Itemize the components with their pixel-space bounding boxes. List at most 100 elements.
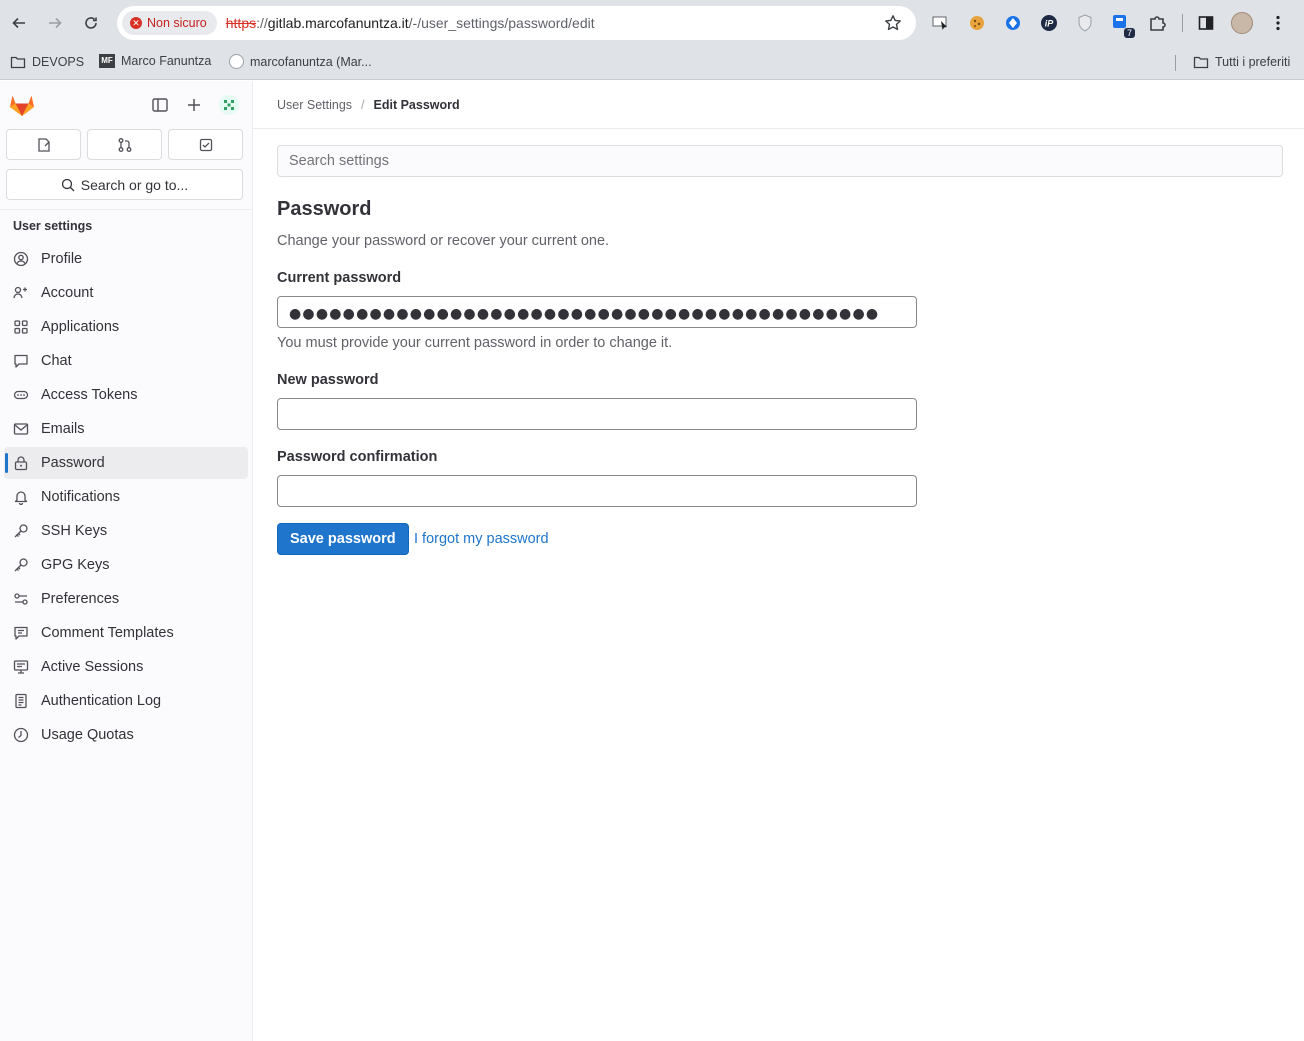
save-password-button[interactable]: Save password	[277, 523, 409, 555]
sidebar-item-label: Emails	[41, 421, 85, 437]
reload-button[interactable]	[77, 9, 105, 37]
issues-tab[interactable]	[6, 129, 81, 160]
log-icon	[15, 693, 27, 709]
issues-icon	[37, 137, 50, 152]
shield-extension-icon[interactable]	[1072, 10, 1098, 36]
sidebar-divider	[0, 209, 252, 210]
sidebar-item-active-sessions[interactable]: Active Sessions	[4, 651, 248, 683]
url-text[interactable]: https://gitlab.marcofanuntza.it/-/user_s…	[226, 15, 595, 31]
page-title: Password	[277, 198, 372, 220]
ip-extension-icon[interactable]: iP	[1036, 10, 1062, 36]
gitlab-logo-icon[interactable]	[9, 93, 35, 117]
sidebar-item-account[interactable]: Account	[4, 277, 248, 309]
sidebar-item-authentication-log[interactable]: Authentication Log	[4, 685, 248, 717]
url-scheme: https	[225, 15, 257, 31]
bookmark-label: marcofanuntza (Mar...	[250, 54, 372, 69]
bookmark-marco-fanuntza[interactable]: MF Marco Fanuntza	[99, 54, 211, 68]
bookmark-devops[interactable]: DEVOPS	[10, 54, 84, 70]
forward-button[interactable]	[41, 9, 69, 37]
sidebar-item-label: Account	[41, 285, 94, 301]
folder-icon	[1193, 56, 1209, 69]
sidebar-section-title: User settings	[13, 219, 93, 233]
sidebar-item-label: Chat	[41, 353, 72, 369]
search-icon	[61, 178, 75, 191]
current-password-label: Current password	[277, 270, 402, 286]
todos-tab[interactable]	[168, 129, 243, 160]
sidebar-item-label: Access Tokens	[41, 387, 138, 403]
preferences-icon	[14, 593, 28, 605]
sidebar-item-label: Usage Quotas	[41, 727, 134, 743]
sidebar-item-label: Password	[41, 455, 105, 471]
sidebar-item-label: Preferences	[41, 591, 120, 607]
key-icon	[14, 524, 28, 538]
sidebar: Search or go to... User settings Profile…	[0, 81, 253, 1041]
sidebar-item-label: SSH Keys	[41, 523, 108, 539]
extension-badge: 7	[1123, 28, 1135, 38]
puzzle-icon[interactable]	[1144, 10, 1170, 36]
sidebar-item-preferences[interactable]: Preferences	[4, 583, 248, 615]
sidebar-item-emails[interactable]: Emails	[4, 413, 248, 445]
kebab-menu-icon[interactable]	[1265, 10, 1291, 36]
security-indicator[interactable]: ✕ Non sicuro	[122, 11, 217, 35]
bookmarks-bar: DEVOPS MF Marco Fanuntza marcofanuntza (…	[0, 46, 1304, 80]
sidebar-toggle-icon[interactable]	[151, 96, 169, 114]
not-secure-icon: ✕	[130, 17, 142, 29]
extensions-bar: iP 7	[928, 10, 1301, 38]
back-button[interactable]	[5, 9, 33, 37]
sidebar-item-ssh-keys[interactable]: SSH Keys	[4, 515, 248, 547]
merge-requests-tab[interactable]	[87, 129, 162, 160]
sidebar-item-label: Authentication Log	[41, 693, 162, 709]
svg-text:iP: iP	[1045, 19, 1055, 29]
page-description: Change your password or recover your cur…	[277, 233, 610, 249]
all-bookmarks-label: Tutti i preferiti	[1215, 55, 1291, 69]
sidebar-item-gpg-keys[interactable]: GPG Keys	[4, 549, 248, 581]
sidebar-item-label: GPG Keys	[41, 557, 110, 573]
user-avatar-icon[interactable]	[218, 94, 240, 116]
new-password-field[interactable]	[277, 398, 917, 430]
arrow-right-icon	[49, 17, 62, 29]
account-icon	[13, 286, 27, 299]
sidebar-item-label: Comment Templates	[41, 625, 174, 641]
token-icon	[13, 390, 29, 400]
current-password-help: You must provide your current password i…	[277, 335, 673, 351]
pointer-extension-icon[interactable]	[928, 10, 954, 36]
bell-icon	[14, 491, 28, 505]
current-password-field[interactable]	[277, 296, 917, 328]
search-or-go-to-button[interactable]: Search or go to...	[6, 169, 243, 200]
sidebar-item-applications[interactable]: Applications	[4, 311, 248, 343]
bookmark-star-icon[interactable]	[884, 14, 902, 32]
profile-avatar-icon[interactable]	[1229, 10, 1255, 36]
password-confirmation-label: Password confirmation	[277, 449, 438, 465]
password-confirmation-field[interactable]	[277, 475, 917, 507]
breadcrumb-current: Edit Password	[373, 97, 460, 112]
cookie-extension-icon[interactable]	[964, 10, 990, 36]
plus-icon[interactable]	[185, 96, 203, 114]
sidebar-item-access-tokens[interactable]: Access Tokens	[4, 379, 248, 411]
tab-counter-extension-icon[interactable]: 7	[1108, 10, 1135, 38]
url-host: gitlab.marcofanuntza.it	[267, 15, 409, 31]
forgot-password-link[interactable]: I forgot my password	[414, 531, 549, 547]
quota-icon	[13, 727, 29, 743]
arrow-left-icon	[12, 17, 25, 29]
sidebar-item-usage-quotas[interactable]: Usage Quotas	[4, 719, 248, 751]
sidebar-item-profile[interactable]: Profile	[4, 243, 248, 275]
sidebar-item-notifications[interactable]: Notifications	[4, 481, 248, 513]
side-panel-icon[interactable]	[1193, 10, 1219, 36]
breadcrumb-user-settings[interactable]: User Settings	[277, 98, 352, 112]
url-path: /-/user_settings/password/edit	[408, 15, 595, 31]
address-bar[interactable]: ✕ Non sicuro https://gitlab.marcofanuntz…	[117, 6, 916, 40]
mail-icon	[13, 423, 29, 435]
sidebar-item-label: Applications	[41, 319, 120, 335]
sidebar-item-chat[interactable]: Chat	[4, 345, 248, 377]
bookmarks-divider	[1175, 55, 1176, 71]
chat-icon	[14, 354, 28, 368]
github-icon	[229, 54, 244, 69]
monitor-icon	[13, 660, 29, 674]
all-bookmarks-folder[interactable]: Tutti i preferiti	[1193, 54, 1290, 70]
sidebar-item-password[interactable]: Password	[4, 447, 248, 479]
sidebar-item-comment-templates[interactable]: Comment Templates	[4, 617, 248, 649]
search-settings-input[interactable]	[277, 145, 1283, 177]
sidebar-item-label: Notifications	[41, 489, 120, 505]
bookmark-github[interactable]: marcofanuntza (Mar...	[229, 54, 372, 69]
vpn-extension-icon[interactable]	[1000, 10, 1026, 36]
